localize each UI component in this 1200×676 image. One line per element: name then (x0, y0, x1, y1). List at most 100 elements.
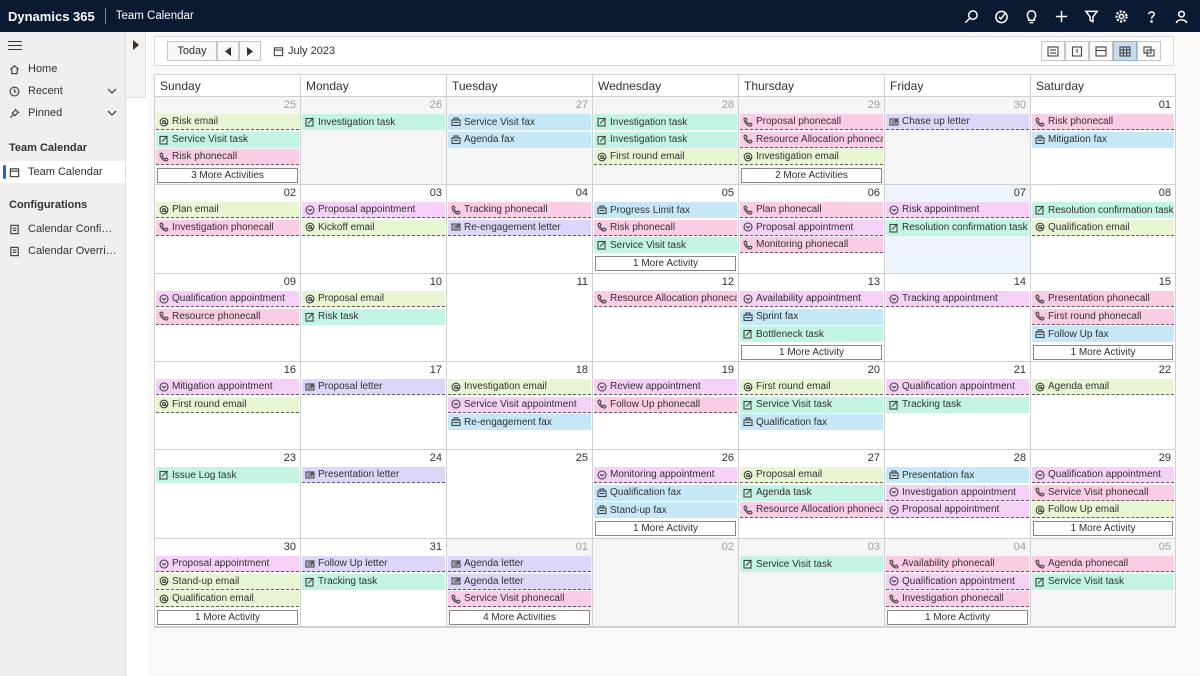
day-number[interactable]: 01 (576, 541, 588, 553)
activity-phonecall[interactable]: Presentation phonecall (1032, 291, 1174, 307)
sidebar-item-team-calendar[interactable]: Team Calendar (0, 161, 125, 183)
activity-email[interactable]: Stand-up email (156, 573, 299, 590)
calendar-day-cell[interactable]: 17 Proposal letter (301, 362, 447, 450)
calendar-day-cell[interactable]: 14 Tracking appointment (885, 274, 1031, 362)
day-number[interactable]: 23 (284, 452, 296, 464)
calendar-day-cell[interactable]: 30 Proposal appointment Stand-up email Qual… (155, 539, 301, 627)
activity-task[interactable]: Tracking task (886, 396, 1029, 413)
day-number[interactable]: 01 (1159, 99, 1171, 111)
more-activities-button[interactable]: 1 More Activity (1033, 344, 1173, 360)
activity-email[interactable]: First round email (156, 396, 299, 413)
day-number[interactable]: 21 (1014, 364, 1026, 376)
day-number[interactable]: 05 (1159, 541, 1171, 553)
activity-appointment[interactable]: Qualification appointment (1032, 467, 1174, 483)
calendar-day-cell[interactable]: 16 Mitigation appointment First round emai… (155, 362, 301, 450)
activity-appointment[interactable]: Monitoring appointment (594, 467, 737, 483)
day-number[interactable]: 18 (576, 364, 588, 376)
activity-task[interactable]: Agenda task (740, 484, 883, 501)
calendar-day-cell[interactable]: 01 Agenda letter Agenda letter Service Visi… (447, 539, 593, 627)
next-button[interactable] (239, 41, 261, 61)
activity-letter[interactable]: Agenda letter (448, 573, 591, 590)
day-number[interactable]: 29 (868, 99, 880, 111)
activity-task[interactable]: Service Visit task (740, 556, 883, 572)
activity-appointment[interactable]: Risk appointment (886, 202, 1029, 218)
gear-icon[interactable] (1106, 0, 1136, 32)
activity-email[interactable]: Investigation email (740, 149, 883, 165)
filter-icon[interactable] (1076, 0, 1106, 32)
view-month-button[interactable] (1113, 41, 1137, 61)
more-activities-button[interactable]: 1 More Activity (595, 520, 736, 536)
activity-fax[interactable]: Agenda fax (448, 131, 591, 148)
activity-email[interactable]: Proposal email (302, 291, 445, 307)
task-check-icon[interactable] (986, 0, 1016, 32)
more-activities-button[interactable]: 1 More Activity (741, 344, 882, 360)
calendar-day-cell[interactable]: 20 First round email Service Visit task Qua… (739, 362, 885, 450)
day-number[interactable]: 27 (576, 99, 588, 111)
previous-button[interactable] (217, 41, 239, 61)
calendar-day-cell[interactable]: 08 Resolution confirmation task Qualificat… (1031, 185, 1176, 274)
activity-task[interactable]: Investigation task (594, 131, 737, 148)
day-number[interactable]: 20 (868, 364, 880, 376)
calendar-day-cell[interactable]: 25 Risk email Service Visit task Risk phone… (155, 97, 301, 185)
day-number[interactable]: 28 (1014, 452, 1026, 464)
today-button[interactable]: Today (167, 41, 217, 61)
activity-task[interactable]: Investigation task (302, 114, 445, 130)
help-icon[interactable] (1136, 0, 1166, 32)
activity-task[interactable]: Service Visit task (156, 131, 299, 148)
calendar-day-cell[interactable]: 26 Investigation task (301, 97, 447, 185)
day-number[interactable]: 04 (1014, 541, 1026, 553)
day-number[interactable]: 25 (284, 99, 296, 111)
activity-phonecall[interactable]: Resource Allocation phonecall (594, 291, 737, 307)
app-title[interactable]: Team Calendar (116, 10, 194, 22)
day-number[interactable]: 31 (430, 541, 442, 553)
activity-task[interactable]: Resolution confirmation task (886, 219, 1029, 236)
activity-letter[interactable]: Re-engagement letter (448, 219, 591, 236)
activity-appointment[interactable]: Proposal appointment (302, 202, 445, 218)
day-number[interactable]: 04 (576, 187, 588, 199)
activity-phonecall[interactable]: Resource phonecall (156, 308, 299, 325)
day-number[interactable]: 13 (868, 276, 880, 288)
activity-appointment[interactable]: Proposal appointment (740, 219, 883, 236)
activity-fax[interactable]: Presentation fax (886, 467, 1029, 483)
day-number[interactable]: 22 (1159, 364, 1171, 376)
more-activities-button[interactable]: 1 More Activity (595, 255, 736, 271)
day-number[interactable]: 09 (284, 276, 296, 288)
activity-phonecall[interactable]: Plan phonecall (740, 202, 883, 218)
day-number[interactable]: 02 (284, 187, 296, 199)
calendar-day-cell[interactable]: 25 (447, 450, 593, 539)
calendar-day-cell[interactable]: 28 Presentation fax Investigation appointm… (885, 450, 1031, 539)
activity-appointment[interactable]: Qualification appointment (886, 379, 1029, 395)
activity-fax[interactable]: Progress Limit fax (594, 202, 737, 218)
activity-letter[interactable]: Presentation letter (302, 467, 445, 483)
chevron-down-icon[interactable] (107, 108, 117, 118)
activity-phonecall[interactable]: Follow Up phonecall (594, 396, 737, 413)
calendar-day-cell[interactable]: 06 Plan phonecall Proposal appointment Moni… (739, 185, 885, 274)
activity-appointment[interactable]: Qualification appointment (156, 291, 299, 307)
view-day-button[interactable] (1065, 41, 1089, 61)
activity-appointment[interactable]: Qualification appointment (886, 573, 1029, 590)
activity-fax[interactable]: Stand-up fax (594, 502, 737, 518)
calendar-day-cell[interactable]: 21 Qualification appointment Tracking task (885, 362, 1031, 450)
day-number[interactable]: 02 (722, 541, 734, 553)
activity-appointment[interactable]: Tracking appointment (886, 291, 1029, 307)
calendar-day-cell[interactable]: 31 Follow Up letter Tracking task (301, 539, 447, 627)
activity-appointment[interactable]: Availability appointment (740, 291, 883, 307)
calendar-day-cell[interactable]: 15 Presentation phonecall First round phon… (1031, 274, 1176, 362)
day-number[interactable]: 10 (430, 276, 442, 288)
activity-phonecall[interactable]: Agenda phonecall (1032, 556, 1174, 572)
more-activities-button[interactable]: 1 More Activity (1033, 520, 1173, 536)
sidebar-item-home[interactable]: Home (0, 58, 125, 80)
activity-email[interactable]: Proposal email (740, 467, 883, 483)
activity-letter[interactable]: Proposal letter (302, 379, 445, 395)
activity-email[interactable]: Kickoff email (302, 219, 445, 236)
day-number[interactable]: 08 (1159, 187, 1171, 199)
sidebar-item-calendar-configuration[interactable]: Calendar Configurati... (0, 218, 125, 240)
calendar-day-cell[interactable]: 19 Review appointment Follow Up phonecall (593, 362, 739, 450)
activity-task[interactable]: Investigation task (594, 114, 737, 130)
day-number[interactable]: 30 (284, 541, 296, 553)
activity-phonecall[interactable]: Availability phonecall (886, 556, 1029, 572)
date-picker[interactable]: July 2023 (273, 41, 335, 61)
activity-email[interactable]: Investigation email (448, 379, 591, 395)
calendar-day-cell[interactable]: 05 Progress Limit fax Risk phonecall Servic… (593, 185, 739, 274)
calendar-day-cell[interactable]: 30 Chase up letter (885, 97, 1031, 185)
